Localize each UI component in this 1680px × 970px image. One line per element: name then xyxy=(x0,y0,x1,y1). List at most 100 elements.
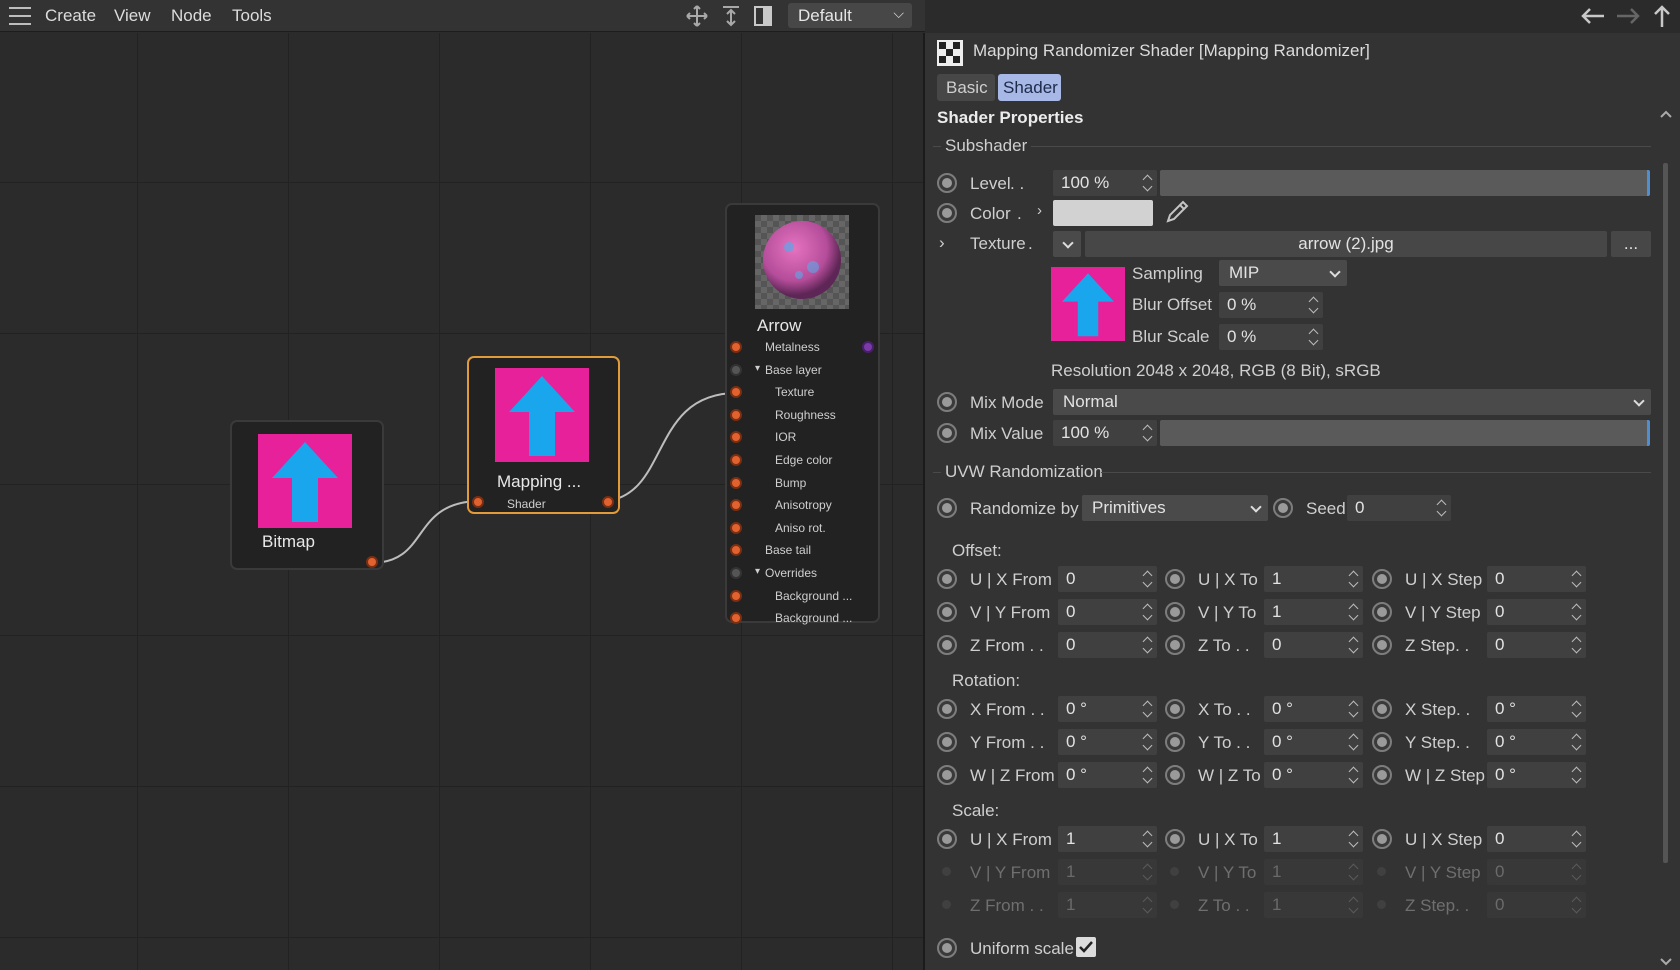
spinner-icon[interactable] xyxy=(1143,895,1153,915)
offset-param-input[interactable]: 1 xyxy=(1264,566,1363,592)
spinner-icon[interactable] xyxy=(1349,829,1359,849)
blur-scale-input[interactable]: 0 % xyxy=(1219,324,1323,350)
rotation-param-input[interactable]: 0 ° xyxy=(1487,762,1586,788)
material-input-port[interactable] xyxy=(730,499,742,512)
spinner-icon[interactable] xyxy=(1572,829,1582,849)
spinner-icon[interactable] xyxy=(1349,699,1359,719)
scale-keyframe-radio[interactable] xyxy=(1165,895,1185,915)
spinner-icon[interactable] xyxy=(1143,602,1153,622)
level-slider[interactable] xyxy=(1160,170,1650,196)
material-input-port[interactable] xyxy=(730,521,742,534)
scale-keyframe-radio[interactable] xyxy=(1165,862,1185,882)
spinner-icon[interactable] xyxy=(1572,569,1582,589)
material-input-port[interactable] xyxy=(730,363,742,376)
spinner-icon[interactable] xyxy=(1572,765,1582,785)
uniform-scale-keyframe-radio[interactable] xyxy=(937,938,957,958)
offset-keyframe-radio[interactable] xyxy=(1372,635,1392,655)
material-input-port[interactable] xyxy=(730,612,742,625)
material-input-port[interactable] xyxy=(730,544,742,557)
scale-keyframe-radio[interactable] xyxy=(937,829,957,849)
spinner-icon[interactable] xyxy=(1309,295,1319,315)
tab-basic[interactable]: Basic xyxy=(937,74,995,101)
scale-param-input[interactable]: 1 xyxy=(1058,859,1157,885)
node-editor-canvas[interactable]: Bitmap Mapping ... Shader Arrow Metalnes… xyxy=(0,33,923,970)
color-expand-chevron-icon[interactable]: › xyxy=(1037,202,1042,219)
seed-input[interactable]: 0 xyxy=(1347,495,1451,521)
offset-param-input[interactable]: 0 xyxy=(1058,599,1157,625)
hamburger-menu-icon[interactable] xyxy=(9,7,31,25)
scale-param-input[interactable]: 1 xyxy=(1058,826,1157,852)
offset-keyframe-radio[interactable] xyxy=(937,635,957,655)
spinner-icon[interactable] xyxy=(1143,732,1153,752)
mix-value-keyframe-radio[interactable] xyxy=(937,423,957,443)
material-input-port[interactable] xyxy=(730,408,742,421)
mix-value-input[interactable]: 100 % xyxy=(1053,420,1157,446)
rotation-param-input[interactable]: 0 ° xyxy=(1058,729,1157,755)
menu-tools[interactable]: Tools xyxy=(232,6,272,26)
rotation-param-input[interactable]: 0 ° xyxy=(1058,762,1157,788)
rotation-keyframe-radio[interactable] xyxy=(1165,765,1185,785)
mapping-randomizer-node[interactable]: Mapping ... Shader xyxy=(467,356,620,514)
rotation-keyframe-radio[interactable] xyxy=(937,765,957,785)
spinner-icon[interactable] xyxy=(1143,765,1153,785)
spinner-icon[interactable] xyxy=(1143,569,1153,589)
scale-param-input[interactable]: 0 xyxy=(1487,826,1586,852)
mix-mode-dropdown[interactable]: Normal xyxy=(1053,389,1651,415)
scale-keyframe-radio[interactable] xyxy=(1165,829,1185,849)
rotation-keyframe-radio[interactable] xyxy=(937,732,957,752)
menu-node[interactable]: Node xyxy=(171,6,212,26)
scale-keyframe-radio[interactable] xyxy=(1372,862,1392,882)
rotation-param-input[interactable]: 0 ° xyxy=(1487,729,1586,755)
spinner-icon[interactable] xyxy=(1349,765,1359,785)
offset-keyframe-radio[interactable] xyxy=(1165,569,1185,589)
level-keyframe-radio[interactable] xyxy=(937,173,957,193)
move-icon[interactable] xyxy=(686,5,708,27)
fit-vertical-icon[interactable] xyxy=(720,5,742,27)
offset-keyframe-radio[interactable] xyxy=(1372,602,1392,622)
rotation-keyframe-radio[interactable] xyxy=(1372,732,1392,752)
offset-keyframe-radio[interactable] xyxy=(1372,569,1392,589)
bitmap-output-port[interactable] xyxy=(366,556,378,568)
rotation-keyframe-radio[interactable] xyxy=(1165,699,1185,719)
offset-keyframe-radio[interactable] xyxy=(1165,602,1185,622)
scale-param-input[interactable]: 1 xyxy=(1264,859,1363,885)
spinner-icon[interactable] xyxy=(1437,498,1447,518)
color-keyframe-radio[interactable] xyxy=(937,203,957,223)
blur-offset-input[interactable]: 0 % xyxy=(1219,292,1323,318)
randomize-keyframe-radio[interactable] xyxy=(937,498,957,518)
scale-keyframe-radio[interactable] xyxy=(1372,895,1392,915)
up-arrow-icon[interactable] xyxy=(1652,4,1672,28)
spinner-icon[interactable] xyxy=(1143,829,1153,849)
panel-scrollbar[interactable] xyxy=(1663,163,1668,863)
texture-menu-dropdown[interactable] xyxy=(1053,231,1081,257)
scroll-down-chevron-icon[interactable] xyxy=(1659,957,1673,967)
spinner-icon[interactable] xyxy=(1572,862,1582,882)
seed-keyframe-radio[interactable] xyxy=(1273,498,1293,518)
spinner-icon[interactable] xyxy=(1349,635,1359,655)
scale-keyframe-radio[interactable] xyxy=(1372,829,1392,849)
scale-param-input[interactable]: 1 xyxy=(1058,892,1157,918)
rotation-param-input[interactable]: 0 ° xyxy=(1264,729,1363,755)
forward-arrow-icon[interactable] xyxy=(1615,6,1641,26)
scale-param-input[interactable]: 1 xyxy=(1264,826,1363,852)
material-input-port[interactable] xyxy=(730,454,742,466)
material-input-port[interactable] xyxy=(730,476,742,489)
offset-keyframe-radio[interactable] xyxy=(937,602,957,622)
texture-expand-chevron-icon[interactable]: › xyxy=(939,233,945,253)
material-input-port[interactable] xyxy=(730,431,742,444)
spinner-icon[interactable] xyxy=(1572,602,1582,622)
color-swatch[interactable] xyxy=(1053,200,1153,226)
uniform-scale-checkbox[interactable] xyxy=(1076,937,1096,957)
level-input[interactable]: 100 % xyxy=(1053,170,1157,196)
rotation-keyframe-radio[interactable] xyxy=(937,699,957,719)
mix-value-slider[interactable] xyxy=(1160,420,1650,446)
offset-param-input[interactable]: 0 xyxy=(1058,566,1157,592)
rotation-param-input[interactable]: 0 ° xyxy=(1264,696,1363,722)
metalness-output-port[interactable] xyxy=(862,341,874,353)
randomize-by-dropdown[interactable]: Primitives xyxy=(1082,495,1268,521)
group-collapse-triangle-icon[interactable]: ▾ xyxy=(755,566,760,577)
collapse-chevron-up-icon[interactable] xyxy=(1659,109,1673,119)
spinner-icon[interactable] xyxy=(1143,862,1153,882)
spinner-icon[interactable] xyxy=(1143,173,1153,193)
menu-create[interactable]: Create xyxy=(45,6,96,26)
